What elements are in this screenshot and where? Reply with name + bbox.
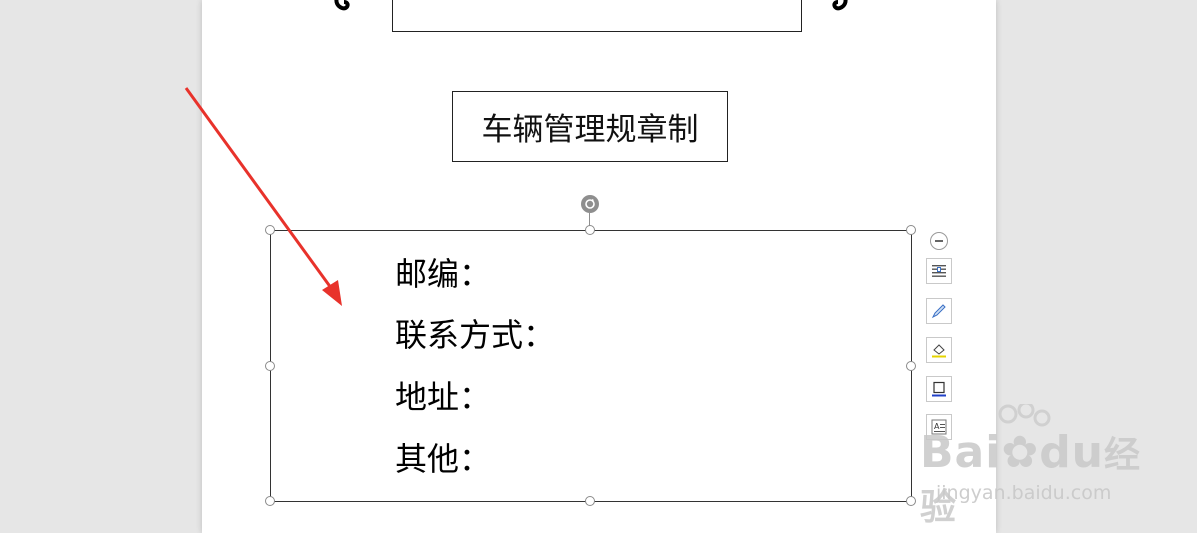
- resize-handle-top-left[interactable]: [265, 225, 275, 235]
- other-label[interactable]: 其他：: [395, 434, 491, 480]
- svg-text:A: A: [934, 422, 940, 431]
- selected-text-box[interactable]: 邮编： 联系方式： 地址： 其他：: [270, 230, 912, 502]
- resize-handle-bottom-left[interactable]: [265, 496, 275, 506]
- fill-color-button[interactable]: [926, 337, 952, 363]
- top-title-box[interactable]: [392, 0, 802, 32]
- border-color-button[interactable]: [926, 376, 952, 402]
- document-page: 车辆管理规章制 邮编： 联系方式： 地址： 其他： A: [202, 0, 996, 533]
- resize-handle-top-right[interactable]: [906, 225, 916, 235]
- subtitle-text: 车辆管理规章制: [481, 112, 699, 148]
- paw-logo-icon: ✿: [1001, 427, 1040, 478]
- collapse-icon[interactable]: [930, 232, 948, 250]
- border-icon: [932, 381, 946, 397]
- resize-handle-right[interactable]: [906, 361, 916, 371]
- paw-logo-icon: [998, 404, 1051, 427]
- resize-handle-left[interactable]: [265, 361, 275, 371]
- pen-icon: [931, 304, 946, 319]
- contact-label[interactable]: 联系方式：: [395, 310, 555, 356]
- outline-pen-button[interactable]: [926, 298, 952, 324]
- decorative-curl-icon: [334, 0, 350, 11]
- resize-handle-bottom[interactable]: [585, 496, 595, 506]
- text-wrap-icon: [932, 265, 946, 277]
- resize-handle-top[interactable]: [585, 225, 595, 235]
- postcode-label[interactable]: 邮编：: [395, 249, 491, 295]
- rotate-icon: [585, 199, 595, 209]
- text-box-icon: A: [931, 419, 947, 435]
- text-box-options-button[interactable]: A: [926, 414, 952, 440]
- fill-icon: [932, 344, 946, 358]
- address-label[interactable]: 地址：: [395, 372, 491, 418]
- rotate-handle[interactable]: [581, 195, 599, 213]
- resize-handle-bottom-right[interactable]: [906, 496, 916, 506]
- text-wrap-button[interactable]: [926, 258, 952, 284]
- decorative-curl-icon: [832, 0, 848, 11]
- subtitle-box[interactable]: 车辆管理规章制: [452, 91, 728, 162]
